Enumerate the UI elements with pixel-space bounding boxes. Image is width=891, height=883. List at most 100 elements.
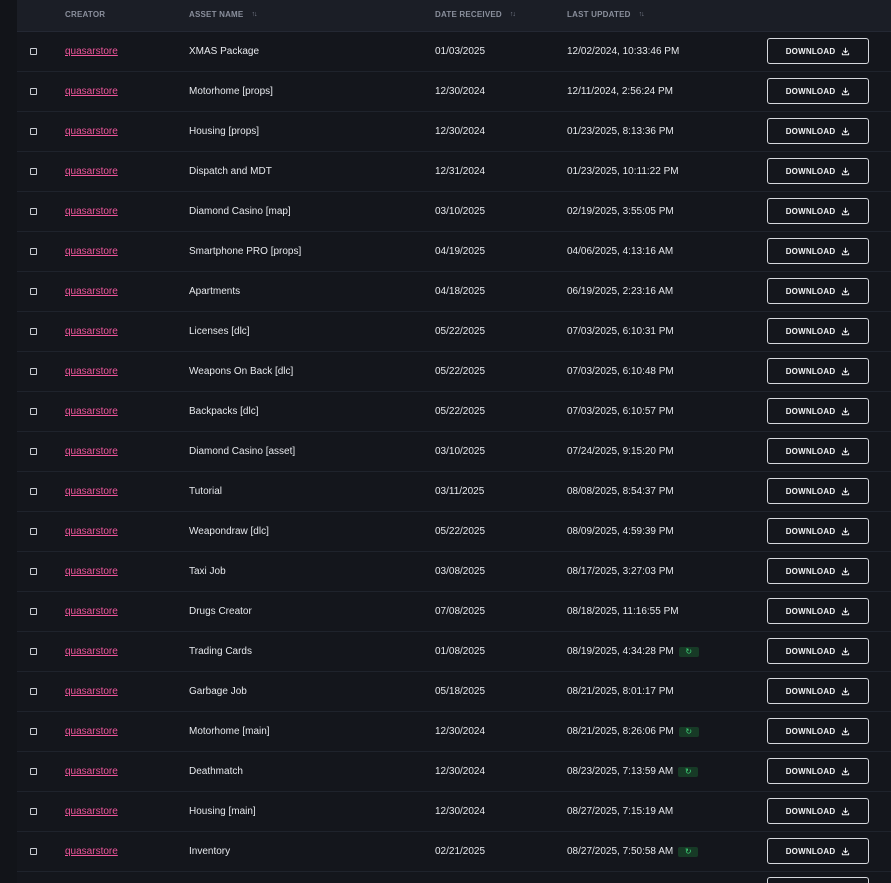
creator-link[interactable]: quasarstore <box>65 406 118 417</box>
table-row: quasarstore Housing [props] 12/30/2024 01/2… <box>17 112 891 152</box>
row-checkbox[interactable] <box>30 848 37 855</box>
download-button[interactable]: DOWNLOAD <box>767 638 869 664</box>
creator-link[interactable]: quasarstore <box>65 846 118 857</box>
table-row: quasarstore Smartphone PRO [props] 04/19/2… <box>17 232 891 272</box>
creator-link[interactable]: quasarstore <box>65 446 118 457</box>
table-row: quasarstore Apartments 04/18/2025 06/19/202… <box>17 272 891 312</box>
download-button-label: DOWNLOAD <box>785 126 836 136</box>
download-button[interactable]: DOWNLOAD <box>767 558 869 584</box>
creator-link[interactable]: quasarstore <box>65 606 118 617</box>
creator-link[interactable]: quasarstore <box>65 246 118 257</box>
last-updated: 12/11/2024, 2:56:24 PM <box>567 86 673 97</box>
download-button[interactable]: DOWNLOAD <box>767 438 869 464</box>
row-checkbox[interactable] <box>30 488 37 495</box>
sort-arrows-icon[interactable]: ↑↓ <box>510 11 516 18</box>
row-checkbox[interactable] <box>30 648 37 655</box>
download-button[interactable]: DOWNLOAD <box>767 278 869 304</box>
creator-link[interactable]: quasarstore <box>65 366 118 377</box>
download-icon <box>842 607 850 615</box>
sort-arrows-icon[interactable]: ↑↓ <box>251 11 257 18</box>
row-checkbox[interactable] <box>30 208 37 215</box>
row-checkbox[interactable] <box>30 608 37 615</box>
asset-name: Housing [props] <box>189 126 260 137</box>
creator-link[interactable]: quasarstore <box>65 566 118 577</box>
download-button-label: DOWNLOAD <box>785 686 836 696</box>
row-checkbox[interactable] <box>30 448 37 455</box>
download-button-label: DOWNLOAD <box>785 566 836 576</box>
last-updated-value: 12/11/2024, 2:56:24 PM <box>567 86 674 97</box>
row-checkbox[interactable] <box>30 248 37 255</box>
row-checkbox[interactable] <box>30 128 37 135</box>
download-button[interactable]: DOWNLOAD <box>767 838 869 864</box>
download-button[interactable]: DOWNLOAD <box>767 358 869 384</box>
column-header-asset-name[interactable]: ASSET NAME ↑↓ <box>189 10 257 19</box>
download-icon <box>842 727 850 735</box>
sort-arrows-icon[interactable]: ↑↓ <box>639 11 645 18</box>
row-checkbox[interactable] <box>30 408 37 415</box>
creator-link[interactable]: quasarstore <box>65 286 118 297</box>
creator-link[interactable]: quasarstore <box>65 806 118 817</box>
asset-name: Trading Cards <box>189 646 252 657</box>
creator-link[interactable]: quasarstore <box>65 486 118 497</box>
creator-link[interactable]: quasarstore <box>65 766 118 777</box>
last-updated: 07/03/2025, 6:10:57 PM <box>567 406 674 417</box>
download-button[interactable]: DOWNLOAD <box>767 198 869 224</box>
creator-link[interactable]: quasarstore <box>65 646 118 657</box>
download-button-label: DOWNLOAD <box>785 326 836 336</box>
download-button[interactable]: DOWNLOAD <box>767 598 869 624</box>
table-row: quasarstore Dispatch and MDT 12/31/2024 01/… <box>17 152 891 192</box>
download-button[interactable]: DOWNLOAD <box>767 238 869 264</box>
row-checkbox[interactable] <box>30 728 37 735</box>
download-button[interactable]: DOWNLOAD <box>767 798 869 824</box>
column-header-creator[interactable]: CREATOR <box>65 10 105 19</box>
table-row: quasarstore Trading Cards 01/08/2025 08/19/… <box>17 632 891 672</box>
download-button-label: DOWNLOAD <box>785 726 836 736</box>
download-button[interactable]: DOWNLOAD <box>767 478 869 504</box>
creator-link[interactable]: quasarstore <box>65 86 118 97</box>
creator-link[interactable]: quasarstore <box>65 46 118 57</box>
download-button[interactable]: DOWNLOAD <box>767 78 869 104</box>
column-header-last-updated[interactable]: LAST UPDATED ↑↓ <box>567 10 645 19</box>
creator-link[interactable]: quasarstore <box>65 326 118 337</box>
row-checkbox[interactable] <box>30 168 37 175</box>
download-button[interactable]: DOWNLOAD <box>767 678 869 704</box>
creator-link[interactable]: quasarstore <box>65 686 118 697</box>
column-header-date-received[interactable]: DATE RECEIVED ↑↓ <box>435 10 516 19</box>
download-icon <box>842 207 850 215</box>
row-checkbox[interactable] <box>30 688 37 695</box>
download-button[interactable]: DOWNLOAD <box>767 38 869 64</box>
row-checkbox[interactable] <box>30 288 37 295</box>
download-button[interactable] <box>767 877 869 883</box>
download-button[interactable]: DOWNLOAD <box>767 758 869 784</box>
download-button[interactable]: DOWNLOAD <box>767 718 869 744</box>
download-button-label: DOWNLOAD <box>785 166 836 176</box>
row-checkbox[interactable] <box>30 328 37 335</box>
table-row: quasarstore Motorhome [props] 12/30/2024 12… <box>17 72 891 112</box>
download-button-label: DOWNLOAD <box>785 86 836 96</box>
column-header-creator-label: CREATOR <box>65 10 106 19</box>
download-button[interactable]: DOWNLOAD <box>767 118 869 144</box>
row-checkbox[interactable] <box>30 368 37 375</box>
row-checkbox[interactable] <box>30 48 37 55</box>
creator-link[interactable]: quasarstore <box>65 206 118 217</box>
creator-link[interactable]: quasarstore <box>65 526 118 537</box>
creator-link[interactable]: quasarstore <box>65 166 118 177</box>
row-checkbox[interactable] <box>30 88 37 95</box>
download-button[interactable]: DOWNLOAD <box>767 318 869 344</box>
creator-link[interactable]: quasarstore <box>65 126 118 137</box>
creator-link[interactable]: quasarstore <box>65 726 118 737</box>
asset-name: Smartphone PRO [props] <box>189 246 302 257</box>
row-checkbox[interactable] <box>30 528 37 535</box>
asset-name: Drugs Creator <box>189 606 252 617</box>
download-button[interactable]: DOWNLOAD <box>767 158 869 184</box>
download-button[interactable]: DOWNLOAD <box>767 518 869 544</box>
column-header-last-updated-label: LAST UPDATED <box>567 10 631 19</box>
row-checkbox[interactable] <box>30 768 37 775</box>
download-button-label: DOWNLOAD <box>785 846 836 856</box>
download-icon <box>842 567 850 575</box>
date-received: 04/18/2025 <box>435 286 486 297</box>
row-checkbox[interactable] <box>30 808 37 815</box>
download-button[interactable]: DOWNLOAD <box>767 398 869 424</box>
download-button-label: DOWNLOAD <box>785 486 836 496</box>
row-checkbox[interactable] <box>30 568 37 575</box>
